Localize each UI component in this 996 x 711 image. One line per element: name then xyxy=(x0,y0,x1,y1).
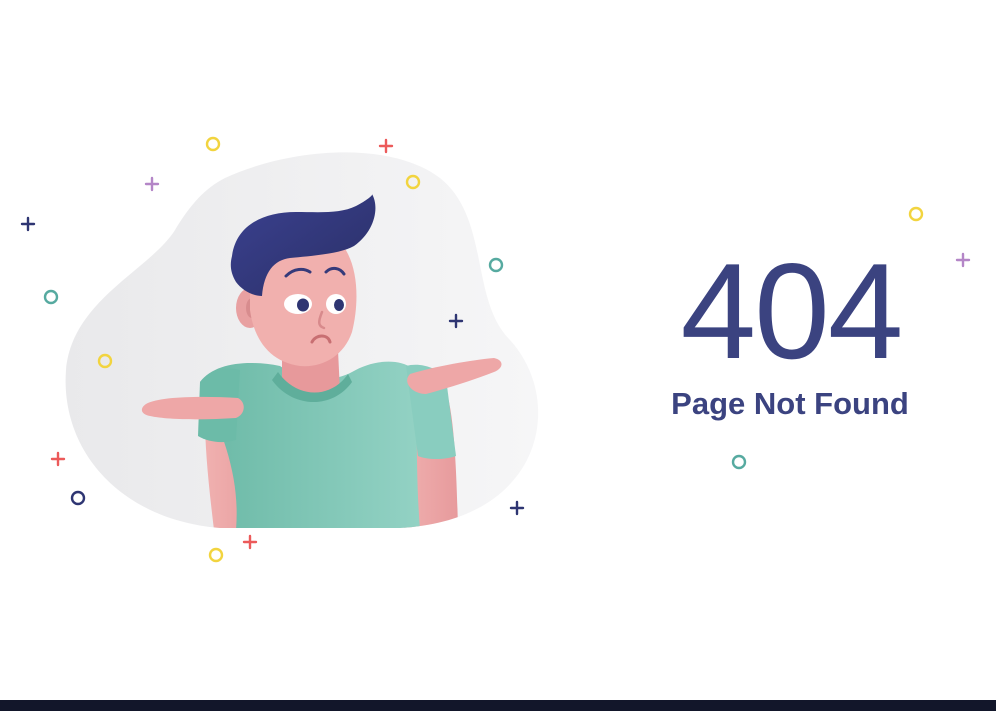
ring-icon xyxy=(488,257,504,273)
plus-icon xyxy=(242,534,258,550)
ring-icon xyxy=(208,547,224,563)
plus-icon xyxy=(50,451,66,467)
plus-icon xyxy=(955,252,971,268)
plus-icon xyxy=(20,216,36,232)
bottom-bar xyxy=(0,700,996,711)
ring-icon xyxy=(43,289,59,305)
left-palm xyxy=(141,396,244,420)
error-message: Page Not Found xyxy=(671,386,909,421)
plus-icon xyxy=(378,138,394,154)
ring-icon xyxy=(70,490,86,506)
ring-icon xyxy=(908,206,924,222)
error-code: 404 xyxy=(680,235,904,387)
plus-icon xyxy=(144,176,160,192)
ring-icon xyxy=(205,136,221,152)
plus-icon xyxy=(509,500,525,516)
ring-icon xyxy=(731,454,747,470)
page-not-found: 404 Page Not Found xyxy=(0,0,996,711)
